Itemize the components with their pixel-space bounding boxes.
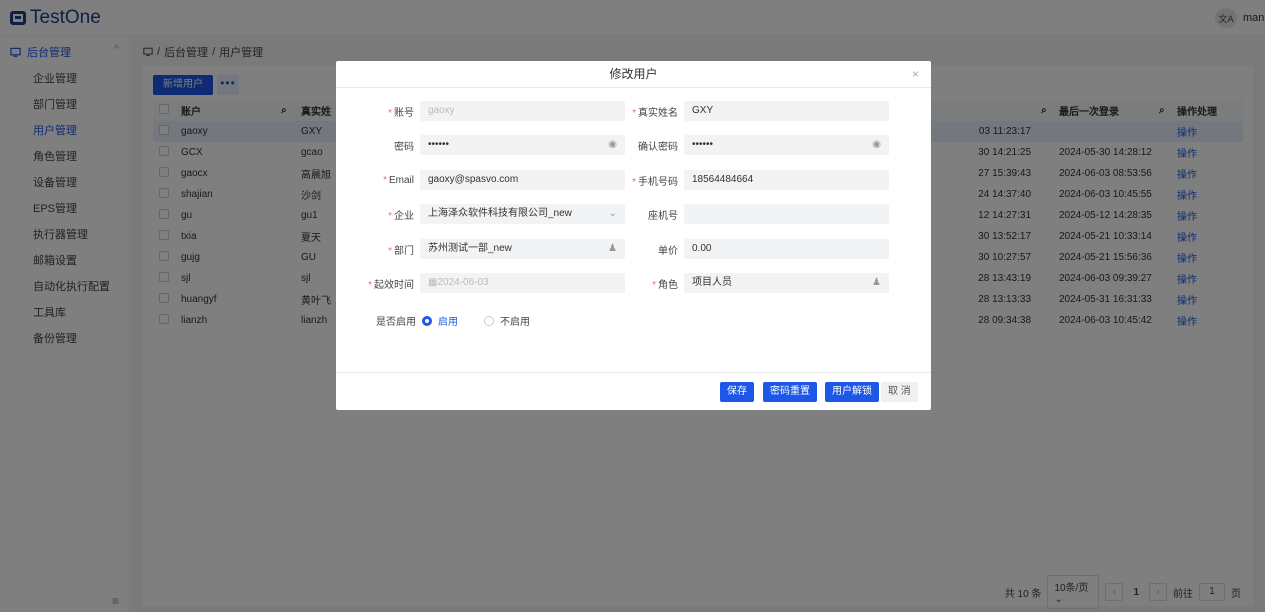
account-field: gaoxy	[420, 101, 625, 121]
reset-password-button[interactable]: 密码重置	[763, 382, 817, 402]
email-label: Email	[388, 174, 414, 186]
dept-label: 部门	[394, 245, 414, 257]
edit-user-dialog: 修改用户 × * 账号 gaoxy * 真实姓名 GXY 密码 •••••• ◉ 确认…	[336, 61, 931, 410]
enable-on-radio[interactable]	[422, 315, 432, 326]
price-field[interactable]: 0.00	[684, 239, 889, 259]
email-row: * Email gaoxy@spasvo.com	[340, 170, 625, 190]
price-row: 单价 0.00	[604, 239, 889, 259]
role-row: * 角色 项目人员 ♟	[604, 273, 889, 293]
phone-row: * 手机号码 18564484664	[604, 170, 889, 190]
start-date-field: ▦2024-06-03	[420, 273, 625, 293]
realname-field[interactable]: GXY	[684, 101, 889, 121]
enable-row: 是否启用 启用 不启用	[376, 313, 530, 328]
password-row: 密码 •••••• ◉	[340, 135, 625, 155]
dept-row: * 部门 苏州测试一部_new ♟	[340, 239, 625, 259]
company-select[interactable]: 上海泽众软件科技有限公司_new ⌄	[420, 204, 625, 224]
role-label: 角色	[658, 279, 678, 291]
role-field[interactable]: 项目人员 ♟	[684, 273, 889, 293]
password-label: 密码	[394, 141, 414, 153]
realname-row: * 真实姓名 GXY	[604, 101, 889, 121]
eye-icon[interactable]: ◉	[872, 135, 881, 155]
account-row: * 账号 gaoxy	[340, 101, 625, 121]
email-field[interactable]: gaoxy@spasvo.com	[420, 170, 625, 190]
cancel-button[interactable]: 取 消	[881, 382, 918, 402]
person-icon[interactable]: ♟	[872, 273, 881, 293]
landline-row: 座机号	[604, 204, 889, 224]
dept-field[interactable]: 苏州测试一部_new ♟	[420, 239, 625, 259]
enable-off-radio[interactable]	[484, 315, 494, 326]
start-row: * 起效时间 ▦2024-06-03	[340, 273, 625, 293]
price-label: 单价	[658, 245, 678, 257]
confirm-password-field[interactable]: •••••• ◉	[684, 135, 889, 155]
close-icon[interactable]: ×	[912, 61, 919, 88]
account-label: 账号	[394, 107, 414, 119]
confirm-label: 确认密码	[638, 141, 678, 153]
enable-on-label[interactable]: 启用	[438, 313, 458, 328]
dialog-footer: 保存 密码重置 用户解锁 取 消	[336, 372, 931, 410]
save-button[interactable]: 保存	[720, 382, 754, 402]
dialog-header: 修改用户 ×	[336, 61, 931, 88]
company-label: 企业	[394, 210, 414, 222]
enable-off-label[interactable]: 不启用	[500, 313, 530, 328]
phone-field[interactable]: 18564484664	[684, 170, 889, 190]
realname-label: 真实姓名	[638, 107, 678, 119]
unlock-user-button[interactable]: 用户解锁	[825, 382, 879, 402]
confirm-row: 确认密码 •••••• ◉	[604, 135, 889, 155]
password-field[interactable]: •••••• ◉	[420, 135, 625, 155]
enable-label: 是否启用	[376, 317, 416, 328]
company-row: * 企业 上海泽众软件科技有限公司_new ⌄	[340, 204, 625, 224]
landline-label: 座机号	[648, 210, 678, 222]
phone-label: 手机号码	[638, 176, 678, 188]
dialog-title: 修改用户	[609, 67, 658, 81]
start-label: 起效时间	[374, 279, 414, 291]
landline-field[interactable]	[684, 204, 889, 224]
